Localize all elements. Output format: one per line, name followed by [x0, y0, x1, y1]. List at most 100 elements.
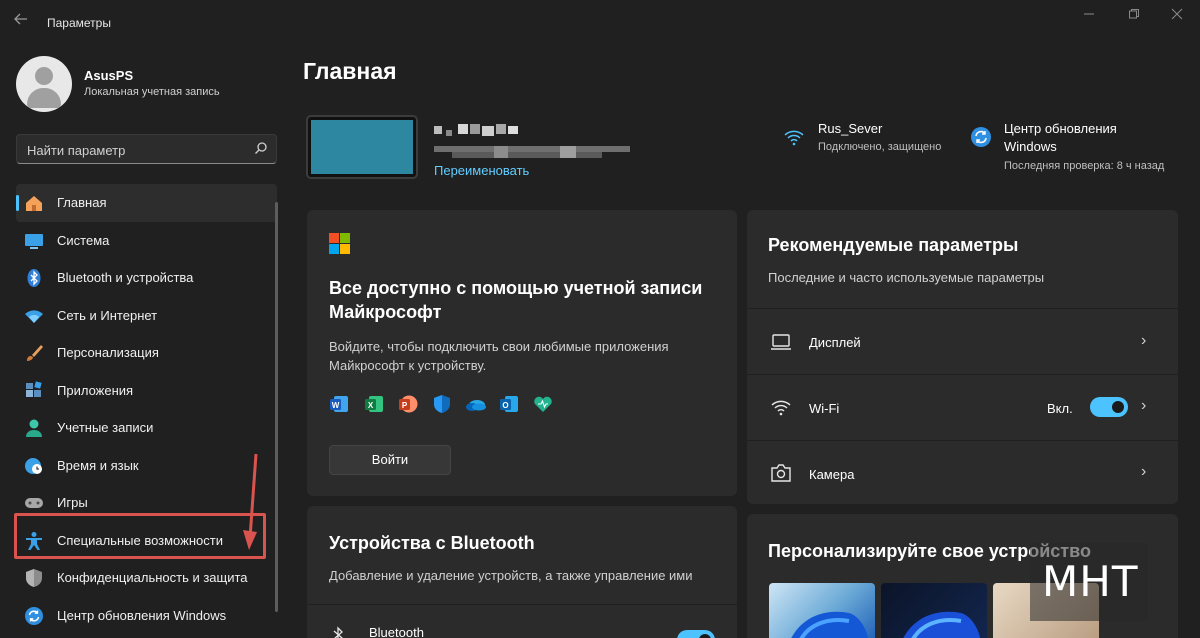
watermark-text: MHT	[1042, 557, 1139, 606]
brush-icon	[24, 343, 44, 363]
chevron-right-icon: ›	[1141, 463, 1147, 480]
wifi-icon	[783, 126, 805, 148]
sidebar-item-label: Главная	[57, 195, 107, 210]
ms-account-card: Все доступно с помощью учетной записи Ма…	[307, 210, 737, 496]
row-label-display: Дисплей	[809, 335, 861, 350]
minimize-icon[interactable]	[1078, 8, 1100, 24]
shield-icon	[24, 568, 44, 588]
chevron-right-icon: ›	[1141, 397, 1147, 414]
update-title-line1: Центр обновления	[1004, 121, 1117, 136]
sidebar-item-apps[interactable]: Приложения	[16, 372, 277, 410]
wifi-toggle[interactable]	[1090, 397, 1128, 417]
recommended-subtitle: Последние и часто используемые параметры	[768, 270, 1045, 285]
svg-text:O: O	[502, 401, 508, 410]
sidebar-nav: Главная Система Bluetooth и устройства С…	[16, 184, 277, 634]
restore-icon[interactable]	[1123, 8, 1145, 24]
laptop-icon	[770, 331, 792, 353]
sidebar-item-label: Bluetooth и устройства	[57, 270, 194, 285]
theme-thumbnail[interactable]	[769, 583, 875, 638]
sidebar-scrollbar[interactable]	[275, 202, 278, 612]
title-bar: Параметры	[0, 0, 1200, 44]
bluetooth-card: Устройства с Bluetooth Добавление и удал…	[307, 506, 737, 638]
search-input[interactable]: Найти параметр	[16, 134, 277, 164]
window-title: Параметры	[47, 16, 111, 30]
defender-icon	[432, 394, 452, 414]
device-thumbnail	[306, 115, 418, 179]
sidebar-item-label: Сеть и Интернет	[57, 307, 158, 323]
watermark: MHT	[1030, 543, 1148, 621]
update-title[interactable]: Центр обновления Windows	[1004, 120, 1117, 156]
word-icon: W	[329, 394, 349, 414]
gamepad-icon	[24, 493, 44, 513]
ms-account-title: Все доступно с помощью учетной записи Ма…	[329, 276, 702, 324]
sidebar-item-windows-update[interactable]: Центр обновления Windows	[16, 597, 277, 635]
ms-account-title-line2: Майкрософт	[329, 302, 442, 322]
ms-account-text-line2: Майкрософт к устройству.	[329, 358, 487, 373]
ms-account-title-line1: Все доступно с помощью учетной записи	[329, 278, 703, 298]
chevron-right-icon: ›	[1141, 332, 1147, 349]
sidebar-item-label: Центр обновления Windows	[57, 607, 227, 623]
onedrive-icon	[465, 394, 486, 414]
bluetooth-card-title: Устройства с Bluetooth	[329, 533, 535, 553]
row-label-wifi: Wi-Fi	[809, 401, 840, 416]
rename-link[interactable]: Переименовать	[434, 163, 529, 178]
sidebar-item-label: Персонализация	[57, 345, 159, 360]
update-last-check: Последняя проверка: 8 ч назад	[1004, 160, 1165, 172]
outlook-icon: O	[499, 394, 519, 414]
monitor-icon	[24, 231, 44, 251]
sidebar-item-label: Время и язык	[57, 457, 139, 473]
wifi-icon	[24, 306, 44, 326]
close-icon[interactable]	[1166, 8, 1188, 24]
bluetooth-card-subtitle: Добавление и удаление устройств, а также…	[329, 568, 693, 583]
sidebar-item-accounts[interactable]: Учетные записи	[16, 409, 277, 447]
microsoft-logo-icon	[329, 233, 351, 255]
sidebar-item-bluetooth[interactable]: Bluetooth и устройства	[16, 259, 277, 297]
avatar[interactable]	[16, 56, 72, 112]
privacy-highlight-frame	[14, 513, 266, 559]
ms-account-text: Войдите, чтобы подключить свои любимые п…	[329, 337, 669, 375]
sidebar-item-label: Учетные записи	[57, 420, 154, 435]
svg-text:X: X	[368, 401, 374, 410]
recommended-title: Рекомендуемые параметры	[768, 235, 1019, 255]
powerpoint-icon: P	[398, 394, 418, 414]
bluetooth-icon	[24, 268, 44, 288]
wifi-icon	[770, 396, 792, 418]
excel-icon: X	[364, 394, 384, 414]
svg-text:P: P	[402, 401, 408, 410]
sidebar-item-system[interactable]: Система	[16, 222, 277, 260]
user-name: AsusPS	[84, 68, 134, 83]
bluetooth-row-label: Bluetooth	[369, 625, 424, 638]
bluetooth-icon	[331, 626, 345, 638]
bluetooth-toggle[interactable]	[677, 630, 715, 638]
search-placeholder: Найти параметр	[27, 143, 126, 158]
theme-thumbnail[interactable]	[881, 583, 987, 638]
sidebar-item-network[interactable]: Сеть и Интернет	[16, 297, 277, 335]
family-icon	[533, 394, 553, 414]
sidebar-item-home[interactable]: Главная	[16, 184, 277, 222]
wifi-network-name[interactable]: Rus_Sever	[818, 120, 882, 138]
svg-text:W: W	[332, 401, 340, 410]
back-arrow-icon[interactable]	[14, 12, 32, 32]
clock-globe-icon	[24, 456, 44, 476]
annotation-arrow-icon	[240, 452, 260, 552]
camera-icon	[770, 462, 792, 484]
ms-account-text-line1: Войдите, чтобы подключить свои любимые п…	[329, 339, 669, 354]
page-title: Главная	[303, 58, 397, 84]
apps-icon	[24, 380, 44, 401]
sidebar-item-label: Приложения	[57, 382, 134, 398]
divider	[307, 604, 737, 605]
sidebar-item-privacy[interactable]: Конфиденциальность и защита	[16, 559, 277, 597]
search-icon[interactable]	[254, 141, 268, 157]
update-icon	[24, 606, 44, 626]
wifi-toggle-label: Вкл.	[1047, 401, 1073, 416]
row-label-camera: Камера	[809, 467, 855, 482]
sidebar-item-personalization[interactable]: Персонализация	[16, 334, 277, 372]
sidebar-item-time-language[interactable]: Время и язык	[16, 447, 277, 485]
update-icon	[970, 126, 992, 148]
sign-in-button[interactable]: Войти	[329, 445, 451, 475]
sidebar-item-label: Игры	[57, 495, 88, 510]
update-title-line2: Windows	[1004, 139, 1057, 154]
account-type: Локальная учетная запись	[84, 86, 220, 98]
wifi-network-status: Подключено, защищено	[818, 141, 942, 153]
home-icon	[24, 193, 44, 213]
